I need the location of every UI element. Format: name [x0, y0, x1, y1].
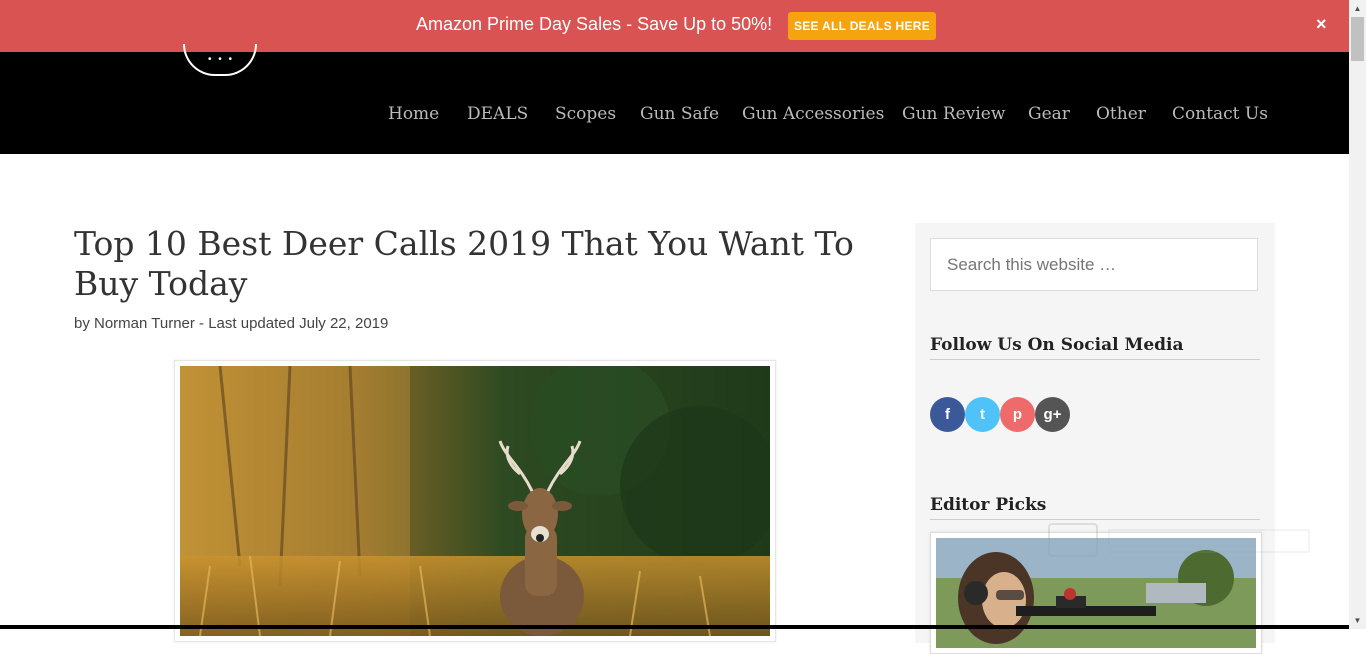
nav-item-other[interactable]: Other: [1096, 104, 1146, 124]
scroll-up-icon[interactable]: ▲: [1349, 0, 1366, 17]
nav-item-scopes[interactable]: Scopes: [555, 104, 616, 124]
scroll-down-icon[interactable]: ▼: [1349, 612, 1366, 629]
nav-item-gear[interactable]: Gear: [1028, 104, 1070, 124]
hero-image[interactable]: [180, 366, 770, 636]
watermark-logo: [1048, 523, 1310, 557]
pinterest-icon[interactable]: p: [1000, 397, 1035, 432]
site-header: • • • Home DEALS Scopes Gun Safe Gun Acc…: [0, 44, 1349, 154]
nav-item-gun-review[interactable]: Gun Review: [902, 104, 1005, 124]
follow-widget-title: Follow Us On Social Media: [930, 335, 1260, 360]
nav-item-gun-accessories[interactable]: Gun Accessories: [742, 104, 884, 124]
site-logo[interactable]: • • •: [183, 44, 257, 76]
editor-picks-title: Editor Picks: [930, 495, 1260, 520]
see-all-deals-button[interactable]: SEE ALL DEALS HERE: [788, 12, 936, 40]
scroll-thumb[interactable]: [1351, 17, 1364, 61]
twitter-icon[interactable]: t: [965, 397, 1000, 432]
logo-dots: • • •: [208, 54, 235, 65]
search-input[interactable]: [930, 238, 1258, 291]
promo-text: Amazon Prime Day Sales - Save Up to 50%!: [416, 14, 773, 34]
nav-item-contact-us[interactable]: Contact Us: [1172, 104, 1268, 124]
close-icon[interactable]: ×: [1316, 14, 1327, 35]
google-plus-icon[interactable]: g+: [1035, 397, 1070, 432]
scrollbar[interactable]: ▲ ▼: [1349, 0, 1366, 629]
nav-item-deals[interactable]: DEALS: [467, 104, 528, 124]
bottom-edge: [0, 625, 1349, 629]
nav-item-gun-safe[interactable]: Gun Safe: [640, 104, 719, 124]
nav-item-home[interactable]: Home: [388, 104, 439, 124]
hero-image-frame: [174, 360, 776, 642]
sidebar: Follow Us On Social Media f t p g+ Edito…: [915, 223, 1275, 654]
article-byline: by Norman Turner - Last updated July 22,…: [74, 315, 389, 332]
facebook-icon[interactable]: f: [930, 397, 965, 432]
article-title: Top 10 Best Deer Calls 2019 That You Wan…: [74, 224, 854, 303]
